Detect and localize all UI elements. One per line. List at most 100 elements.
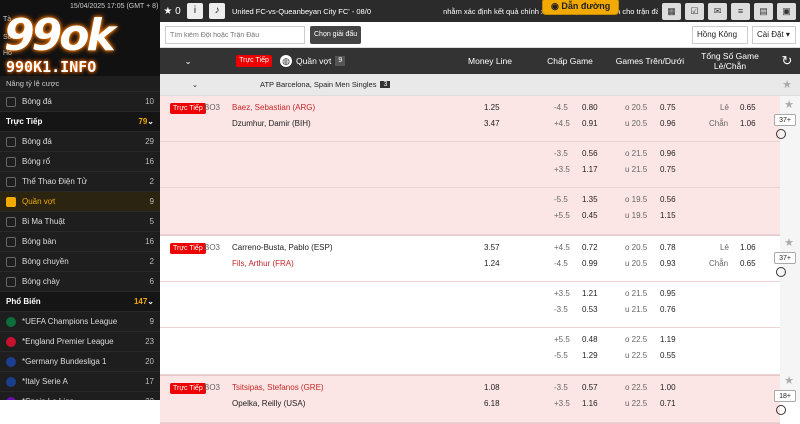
sidebar-item[interactable]: Bóng đá 10 bbox=[0, 92, 160, 112]
over-odds[interactable]: 1.00 bbox=[660, 380, 676, 396]
player-1[interactable]: Carreno-Busta, Pablo (ESP) bbox=[232, 240, 333, 256]
under-odds[interactable]: 1.15 bbox=[660, 208, 676, 224]
sidebar-item[interactable]: Bóng đá 29 bbox=[0, 132, 160, 152]
sidebar-item[interactable]: Bóng rổ 16 bbox=[0, 152, 160, 172]
player-1[interactable]: Baez, Sebastian (ARG) bbox=[232, 100, 315, 116]
under-odds[interactable]: 0.93 bbox=[660, 256, 676, 272]
over-odds[interactable]: 0.75 bbox=[660, 100, 676, 116]
handicap-odds-1[interactable]: 0.80 bbox=[582, 100, 598, 116]
player-1[interactable]: Tsitsipas, Stefanos (GRE) bbox=[232, 380, 324, 396]
odd-even-odds-1[interactable]: 1.06 bbox=[740, 240, 756, 256]
sidebar-item[interactable]: *England Premier League 23 bbox=[0, 332, 160, 352]
favorite-star-icon[interactable]: ★ 0 bbox=[160, 6, 184, 17]
odd-even-odds-1[interactable]: 0.65 bbox=[740, 100, 756, 116]
more-markets-button[interactable]: 37+ bbox=[774, 252, 796, 264]
handicap-line-2: -3.5 bbox=[554, 305, 568, 314]
league-header[interactable]: ⌄ ATP Barcelona, Spain Men Singles 3 ★ bbox=[160, 74, 800, 96]
over-line: o 20.5 bbox=[625, 243, 648, 252]
handicap-odds-1[interactable]: 0.56 bbox=[582, 146, 598, 162]
odds-boost-link[interactable]: Nâng tỷ lệ cược bbox=[0, 76, 160, 92]
handicap-odds-2[interactable]: 1.16 bbox=[582, 396, 598, 412]
sidebar-item-count: 29 bbox=[145, 137, 154, 146]
handicap-odds-1[interactable]: 1.35 bbox=[582, 192, 598, 208]
player-2[interactable]: Fils, Arthur (FRA) bbox=[232, 256, 294, 272]
under-odds[interactable]: 0.96 bbox=[660, 116, 676, 132]
league-select-button[interactable]: Chọn giải đấu bbox=[310, 26, 362, 44]
sidebar-section[interactable]: Trực Tiếp 79 ⌄ bbox=[0, 112, 160, 132]
under-line: u 20.5 bbox=[625, 259, 648, 268]
live-stream-icon[interactable] bbox=[776, 267, 786, 277]
sidebar-item[interactable]: Thể Thao Điện Tử 2 bbox=[0, 172, 160, 192]
handicap-odds-1[interactable]: 0.48 bbox=[582, 332, 598, 348]
under-odds[interactable]: 0.75 bbox=[660, 162, 676, 178]
under-odds[interactable]: 0.71 bbox=[660, 396, 676, 412]
odds-line-bottom: -3.5 0.53 u 21.5 0.76 bbox=[160, 302, 780, 318]
collapse-icon[interactable]: ⌄ bbox=[178, 48, 198, 74]
sidebar-item[interactable]: Bi Ma Thuật 5 bbox=[0, 212, 160, 232]
money-line-1[interactable]: 1.25 bbox=[484, 100, 500, 116]
sidebar-item[interactable]: *Italy Serie A 17 bbox=[0, 372, 160, 392]
sound-icon[interactable]: ♪ bbox=[209, 3, 225, 19]
match-star-icon[interactable]: ★ bbox=[779, 236, 799, 249]
match-star-icon[interactable]: ★ bbox=[779, 98, 799, 111]
more-markets-button[interactable]: 18+ bbox=[774, 390, 796, 402]
under-odds[interactable]: 0.76 bbox=[660, 302, 676, 318]
sidebar-item[interactable]: Bóng chuyền 2 bbox=[0, 252, 160, 272]
collapse-league-icon[interactable]: ⌄ bbox=[160, 80, 230, 89]
handicap-odds-1[interactable]: 1.21 bbox=[582, 286, 598, 302]
more-markets-button[interactable]: 37+ bbox=[774, 114, 796, 126]
handicap-odds-2[interactable]: 1.29 bbox=[582, 348, 598, 364]
player-2[interactable]: Dzumhur, Damir (BIH) bbox=[232, 116, 311, 132]
over-odds[interactable]: 0.96 bbox=[660, 146, 676, 162]
live-status: Trực Tiếp bbox=[170, 103, 206, 114]
list-icon[interactable]: ≡ bbox=[731, 2, 750, 20]
sidebar-item[interactable]: *Germany Bundesliga 1 20 bbox=[0, 352, 160, 372]
odd-even-odds-2[interactable]: 0.65 bbox=[740, 256, 756, 272]
sidebar-item[interactable]: Quần vợt 9 bbox=[0, 192, 160, 212]
refresh-icon[interactable]: ↻ bbox=[774, 48, 800, 74]
guide-button[interactable]: ◉ Dẫn đường bbox=[542, 0, 620, 15]
settings-select[interactable]: Cài Đặt ▾ bbox=[752, 26, 796, 44]
handicap-odds-2[interactable]: 1.17 bbox=[582, 162, 598, 178]
money-line-2[interactable]: 6.18 bbox=[484, 396, 500, 412]
region-select[interactable]: Hồng Kông ▾ bbox=[692, 26, 748, 55]
checkbox-icon[interactable]: ☑ bbox=[685, 2, 704, 20]
handicap-odds-2[interactable]: 0.53 bbox=[582, 302, 598, 318]
sidebar-item[interactable]: Bóng chày 6 bbox=[0, 272, 160, 292]
match-star-icon[interactable]: ★ bbox=[779, 374, 799, 387]
odd-even-odds-2[interactable]: 1.06 bbox=[740, 116, 756, 132]
handicap-odds-2[interactable]: 0.91 bbox=[582, 116, 598, 132]
col-total-label2: Lẻ/Chẵn bbox=[713, 61, 747, 71]
handicap-odds-2[interactable]: 0.99 bbox=[582, 256, 598, 272]
over-odds[interactable]: 1.19 bbox=[660, 332, 676, 348]
handicap-odds-1[interactable]: 0.57 bbox=[582, 380, 598, 396]
sidebar-item[interactable]: Bóng bàn 16 bbox=[0, 232, 160, 252]
over-odds[interactable]: 0.56 bbox=[660, 192, 676, 208]
over-odds[interactable]: 0.78 bbox=[660, 240, 676, 256]
live-stream-icon[interactable] bbox=[776, 129, 786, 139]
live-stream-icon[interactable] bbox=[776, 405, 786, 415]
search-input[interactable] bbox=[165, 26, 305, 44]
calendar-icon[interactable]: ▦ bbox=[662, 2, 681, 20]
sidebar-section[interactable]: Phổ Biến 147 ⌄ bbox=[0, 292, 160, 312]
player-2[interactable]: Opelka, Reilly (USA) bbox=[232, 396, 305, 412]
under-odds[interactable]: 0.55 bbox=[660, 348, 676, 364]
message-icon[interactable]: ✉ bbox=[708, 2, 727, 20]
window-icon[interactable]: ▣ bbox=[777, 2, 796, 20]
over-odds[interactable]: 0.95 bbox=[660, 286, 676, 302]
live-tab[interactable]: Trực Tiếp bbox=[236, 55, 272, 67]
sidebar-item-label: Quần vợt bbox=[22, 197, 56, 206]
info-icon[interactable]: i bbox=[187, 3, 203, 19]
money-line-2[interactable]: 1.24 bbox=[484, 256, 500, 272]
brand-logo[interactable]: 99ok bbox=[4, 10, 116, 61]
handicap-odds-1[interactable]: 0.72 bbox=[582, 240, 598, 256]
money-line-1[interactable]: 1.08 bbox=[484, 380, 500, 396]
money-line-2[interactable]: 3.47 bbox=[484, 116, 500, 132]
sidebar-item[interactable]: *UEFA Champions League 9 bbox=[0, 312, 160, 332]
sidebar-item[interactable]: *Spain La Liga22 bbox=[0, 392, 160, 400]
handicap-odds-2[interactable]: 0.45 bbox=[582, 208, 598, 224]
money-line-1[interactable]: 3.57 bbox=[484, 240, 500, 256]
league-star-icon[interactable]: ★ bbox=[782, 78, 792, 91]
layout-icon[interactable]: ▤ bbox=[754, 2, 773, 20]
odds-group: -5.5 1.35 o 19.5 0.56 +5.5 0.45 u 19.5 1.15 bbox=[160, 188, 780, 235]
